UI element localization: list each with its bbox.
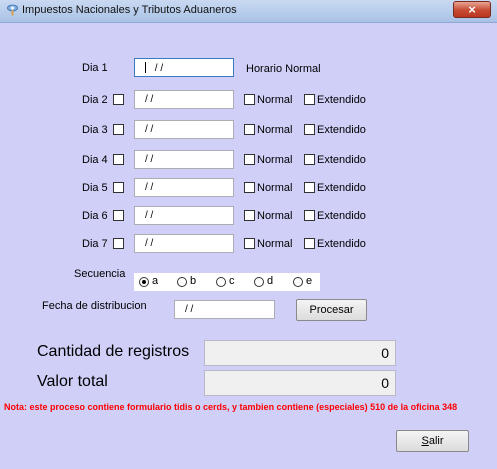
dia2-date-value: / / [145, 94, 154, 105]
salir-button[interactable]: Salir [396, 430, 469, 452]
nota-warning: Nota: este proceso contiene formulario t… [4, 402, 458, 412]
dia2-checkbox[interactable] [113, 94, 124, 105]
secuencia-radio-b[interactable] [177, 277, 187, 287]
salir-label: Salir [421, 435, 444, 447]
dia5-checkbox[interactable] [113, 182, 124, 193]
close-icon: × [468, 2, 476, 17]
dia2-date-input[interactable]: / / [134, 90, 234, 109]
dia6-date-input[interactable]: / / [134, 206, 234, 225]
dia4-date-value: / / [145, 154, 154, 165]
dia2-label: Dia 2 [82, 94, 108, 106]
dia3-date-value: / / [145, 124, 154, 135]
dia3-extendido-label: Extendido [317, 124, 366, 136]
dia5-normal-label: Normal [257, 182, 293, 194]
dia7-date-input[interactable]: / / [134, 234, 234, 253]
dia6-normal-label: Normal [257, 210, 293, 222]
dia3-label: Dia 3 [82, 124, 108, 136]
fecha-distribucion-label: Fecha de distribucion [42, 300, 147, 312]
valor-total-field: 0 [204, 370, 396, 396]
dia2-normal-checkbox[interactable] [244, 94, 255, 105]
dia1-label: Dia 1 [82, 62, 108, 74]
fecha-distribucion-input[interactable]: / / [174, 300, 275, 319]
window-title: Impuestos Nacionales y Tributos Aduanero… [22, 4, 237, 16]
secuencia-option-e: e [306, 275, 313, 287]
dia5-normal-checkbox[interactable] [244, 182, 255, 193]
dia7-extendido-label: Extendido [317, 238, 366, 250]
dia6-date-value: / / [145, 210, 154, 221]
dia3-date-input[interactable]: / / [134, 120, 234, 139]
dia7-date-value: / / [145, 238, 154, 249]
dia4-date-input[interactable]: / / [134, 150, 234, 169]
secuencia-option-a: a [152, 275, 159, 287]
dia5-label: Dia 5 [82, 182, 108, 194]
dia3-normal-checkbox[interactable] [244, 124, 255, 135]
procesar-button[interactable]: Procesar [296, 299, 367, 321]
dia2-normal-label: Normal [257, 94, 293, 106]
dia5-extendido-checkbox[interactable] [304, 182, 315, 193]
dia5-extendido-label: Extendido [317, 182, 366, 194]
dia4-label: Dia 4 [82, 154, 108, 166]
secuencia-radio-a[interactable] [139, 277, 149, 287]
secuencia-option-b: b [190, 275, 197, 287]
dia4-normal-label: Normal [257, 154, 293, 166]
horario-normal-label: Horario Normal [246, 63, 321, 75]
fecha-distribucion-value: / / [185, 304, 194, 315]
dia4-normal-checkbox[interactable] [244, 154, 255, 165]
cantidad-registros-label: Cantidad de registros [37, 343, 190, 360]
dia4-extendido-checkbox[interactable] [304, 154, 315, 165]
dia7-checkbox[interactable] [113, 238, 124, 249]
dia2-extendido-label: Extendido [317, 94, 366, 106]
secuencia-option-d: d [267, 275, 274, 287]
title-bar: Impuestos Nacionales y Tributos Aduanero… [0, 0, 497, 23]
dia6-normal-checkbox[interactable] [244, 210, 255, 221]
dia4-checkbox[interactable] [113, 154, 124, 165]
dia5-date-value: / / [145, 182, 154, 193]
secuencia-radio-d[interactable] [254, 277, 264, 287]
dia5-date-input[interactable]: / / [134, 178, 234, 197]
cantidad-registros-field: 0 [204, 340, 396, 366]
form-area: Dia 1 / / Horario Normal Dia 2 / / Normal… [2, 23, 495, 467]
app-icon [7, 4, 18, 16]
secuencia-label: Secuencia [74, 268, 126, 280]
dia6-checkbox[interactable] [113, 210, 124, 221]
dia7-extendido-checkbox[interactable] [304, 238, 315, 249]
dia7-normal-checkbox[interactable] [244, 238, 255, 249]
text-caret [145, 62, 146, 73]
dia2-extendido-checkbox[interactable] [304, 94, 315, 105]
close-button[interactable]: × [453, 1, 491, 18]
dia3-checkbox[interactable] [113, 124, 124, 135]
secuencia-radio-c[interactable] [216, 277, 226, 287]
dia3-extendido-checkbox[interactable] [304, 124, 315, 135]
valor-total-label: Valor total [37, 373, 108, 390]
dia6-extendido-checkbox[interactable] [304, 210, 315, 221]
secuencia-radio-e[interactable] [293, 277, 303, 287]
main-window: Impuestos Nacionales y Tributos Aduanero… [0, 0, 497, 469]
dia7-normal-label: Normal [257, 238, 293, 250]
dia6-extendido-label: Extendido [317, 210, 366, 222]
dia6-label: Dia 6 [82, 210, 108, 222]
dia4-extendido-label: Extendido [317, 154, 366, 166]
secuencia-option-c: c [229, 275, 235, 287]
dia1-date-input[interactable]: / / [134, 58, 234, 77]
dia1-date-value: / / [152, 63, 164, 74]
dia3-normal-label: Normal [257, 124, 293, 136]
dia7-label: Dia 7 [82, 238, 108, 250]
